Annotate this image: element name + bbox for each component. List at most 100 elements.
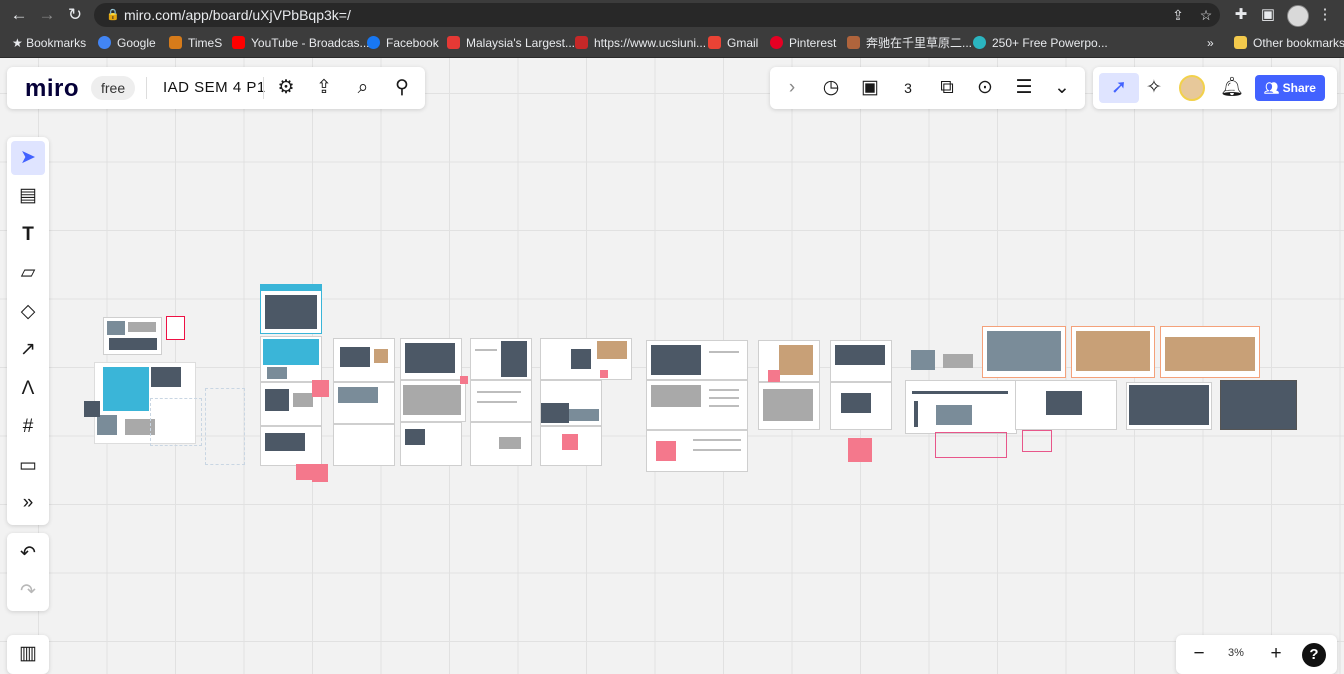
bookmark-item[interactable]: 奔驰在千里草原二... (847, 30, 972, 57)
extensions-icon[interactable]: ✚ (1230, 4, 1252, 26)
sticky-note[interactable] (656, 441, 676, 461)
board-frame[interactable] (905, 380, 1017, 434)
back-arrow-icon[interactable]: ← (8, 4, 30, 26)
bookmark-item[interactable]: ★ Bookmarks (12, 30, 86, 57)
address-bar[interactable]: 🔒 miro.com/app/board/uXjVPbBqp3k=/ ⇪ ☆ (94, 3, 1220, 27)
miro-logo[interactable]: miro (25, 75, 79, 103)
board-frame[interactable] (1015, 380, 1117, 430)
focus-icon[interactable]: ⊙ (971, 74, 999, 102)
board-name[interactable]: IAD SEM 4 P1 (163, 79, 266, 96)
board-frame[interactable] (260, 336, 322, 382)
sticky-note-icon[interactable]: ▱ (14, 259, 42, 287)
other-bookmarks[interactable]: Other bookmarks (1234, 30, 1344, 57)
board-frame[interactable] (1220, 380, 1297, 430)
bookmark-item[interactable]: 250+ Free Powerpo... (973, 30, 1108, 57)
timer-icon[interactable]: ◷ (817, 74, 845, 102)
help-button[interactable]: ? (1302, 643, 1326, 667)
board-frame[interactable] (470, 422, 532, 466)
board-frame[interactable] (400, 338, 462, 380)
board-frame[interactable] (400, 380, 466, 422)
select-tool[interactable]: ➤ (11, 141, 45, 175)
undo-icon[interactable]: ↶ (14, 540, 42, 568)
templates-icon[interactable]: ▤ (14, 182, 42, 210)
voting-icon[interactable]: ▣ (856, 74, 884, 102)
board-frame[interactable] (646, 340, 748, 380)
bookmark-item[interactable]: TimeS (169, 30, 222, 57)
board-frame[interactable] (470, 338, 532, 380)
board-frame[interactable] (333, 338, 395, 382)
board-frame[interactable] (1126, 382, 1212, 430)
bookmark-item[interactable]: Malaysia's Largest... (447, 30, 575, 57)
chevron-right-icon[interactable]: › (778, 74, 806, 102)
frame-icon[interactable]: # (14, 413, 42, 441)
board-frame[interactable] (470, 380, 532, 422)
board-card[interactable] (166, 316, 185, 340)
board-frame[interactable] (540, 338, 632, 380)
zoom-out-icon[interactable]: − (1185, 640, 1213, 668)
zoom-in-icon[interactable]: + (1262, 640, 1290, 668)
apps-plug-icon[interactable]: ⚲ (388, 74, 416, 102)
share-page-icon[interactable]: ⇪ (1168, 3, 1188, 27)
notes-icon[interactable]: ☰ (1010, 74, 1038, 102)
bookmark-item[interactable]: Facebook (367, 30, 439, 57)
bookmarks-overflow[interactable]: » (1207, 30, 1214, 57)
board-frame[interactable] (646, 380, 748, 430)
board-frame[interactable] (400, 422, 462, 466)
reactions-icon[interactable]: ✧ (1140, 74, 1168, 102)
board-frame[interactable] (333, 424, 395, 466)
sticky-note[interactable] (460, 376, 468, 384)
sticky-note[interactable] (600, 370, 608, 378)
more-tools-icon[interactable]: » (14, 489, 42, 517)
board-frame[interactable] (1160, 326, 1260, 378)
bookmark-star-icon[interactable]: ☆ (1196, 3, 1216, 27)
settings-gear-icon[interactable]: ⚙ (272, 74, 300, 102)
bookmark-item[interactable]: Pinterest (770, 30, 836, 57)
sticky-note[interactable] (768, 370, 780, 382)
chrome-menu-icon[interactable]: ⋮ (1314, 4, 1336, 26)
arrow-line-icon[interactable]: ↗ (14, 336, 42, 364)
board-frame[interactable] (540, 380, 602, 426)
sticky-note[interactable] (848, 438, 872, 462)
board-frame[interactable] (205, 388, 245, 465)
sticky-note[interactable] (296, 464, 312, 480)
sticky-note[interactable] (562, 434, 578, 450)
chrome-profile-avatar[interactable] (1287, 5, 1309, 27)
sticky-note[interactable] (312, 464, 328, 482)
plan-badge[interactable]: free (91, 76, 136, 100)
board-frame[interactable] (260, 426, 322, 466)
sticky-note[interactable] (312, 380, 329, 397)
bookmark-item[interactable]: Gmail (708, 30, 758, 57)
bookmark-item[interactable]: Google (98, 30, 156, 57)
board-frame[interactable] (982, 326, 1066, 378)
counter-icon[interactable]: 3 (894, 74, 922, 102)
expand-chevrons-icon[interactable]: ⌄ (1048, 74, 1076, 102)
reload-icon[interactable]: ↻ (64, 4, 86, 26)
pen-icon[interactable]: Λ (14, 375, 42, 403)
frames-list-icon[interactable]: ▥ (14, 640, 42, 668)
board-frame[interactable] (150, 398, 202, 446)
board-image[interactable] (84, 401, 100, 417)
presentation-icon[interactable]: ⧉ (933, 74, 961, 102)
board-frame[interactable] (1071, 326, 1155, 378)
zoom-level[interactable]: 3% (1228, 647, 1244, 659)
bookmark-item[interactable]: YouTube - Broadcas... (232, 30, 370, 57)
sketch-outline[interactable] (1022, 430, 1052, 452)
shapes-icon[interactable]: ◇ (14, 298, 42, 326)
board-canvas[interactable]: miro free IAD SEM 4 P1 ⚙ ⇪ ⌕ ⚲ › ◷ ▣ 3 ⧉… (0, 58, 1344, 674)
cursor-toggle[interactable]: ➚ (1099, 73, 1139, 103)
board-frame[interactable] (758, 382, 820, 430)
sketch-outline[interactable] (935, 432, 1007, 458)
text-tool-icon[interactable]: T (14, 221, 42, 249)
board-frame[interactable] (333, 382, 395, 424)
redo-icon[interactable]: ↷ (14, 578, 42, 606)
side-panel-icon[interactable]: ▣ (1257, 4, 1279, 26)
board-frame[interactable] (260, 284, 322, 334)
board-frame[interactable] (905, 340, 975, 376)
board-frame[interactable] (103, 317, 162, 355)
comment-icon[interactable]: ▭ (14, 452, 42, 480)
upload-icon[interactable]: ⇪ (310, 74, 338, 102)
share-button[interactable]: 👥︎ Share (1255, 75, 1325, 101)
user-avatar[interactable] (1179, 75, 1205, 101)
forward-arrow-icon[interactable]: → (36, 4, 58, 26)
bookmark-item[interactable]: https://www.ucsiuni... (575, 30, 706, 57)
